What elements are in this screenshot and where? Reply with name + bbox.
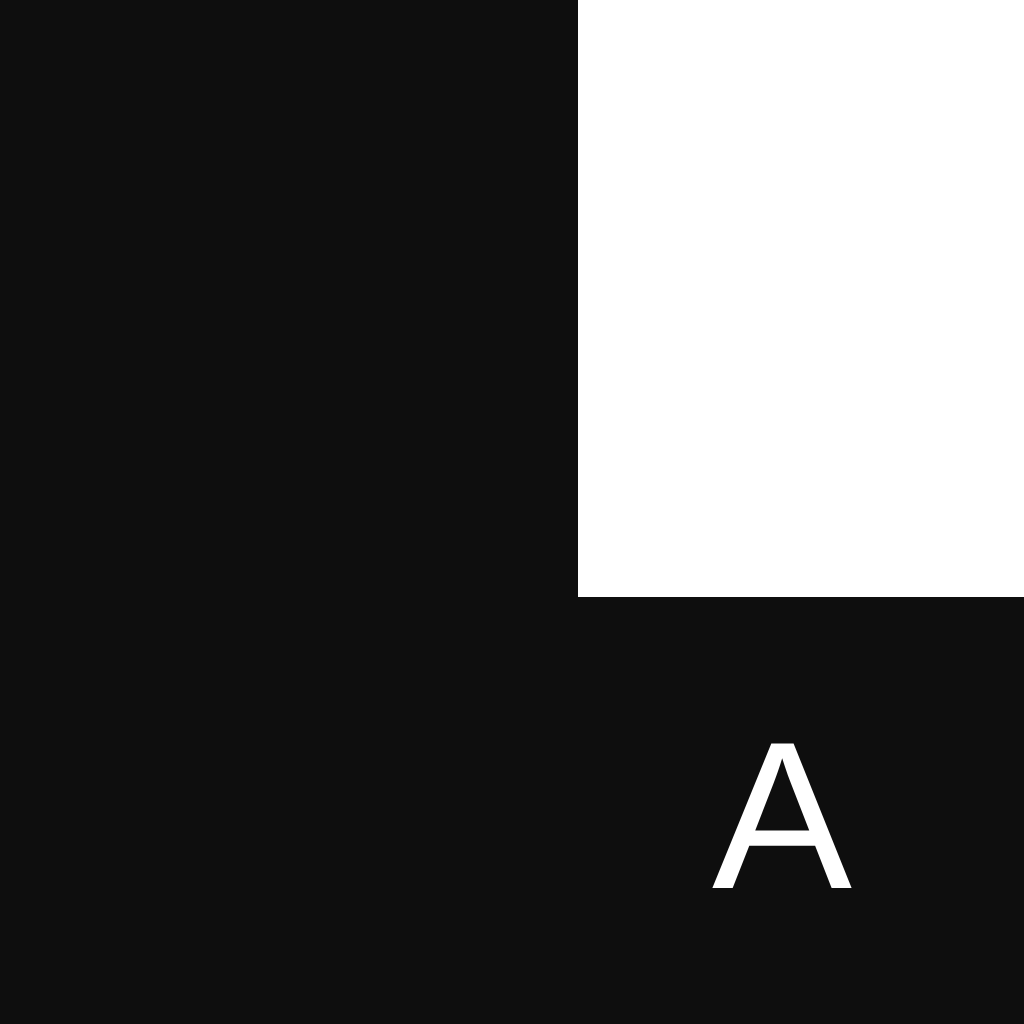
canvas: A (0, 0, 1024, 1024)
letter-label: A (711, 698, 853, 933)
white-block (578, 0, 1024, 597)
